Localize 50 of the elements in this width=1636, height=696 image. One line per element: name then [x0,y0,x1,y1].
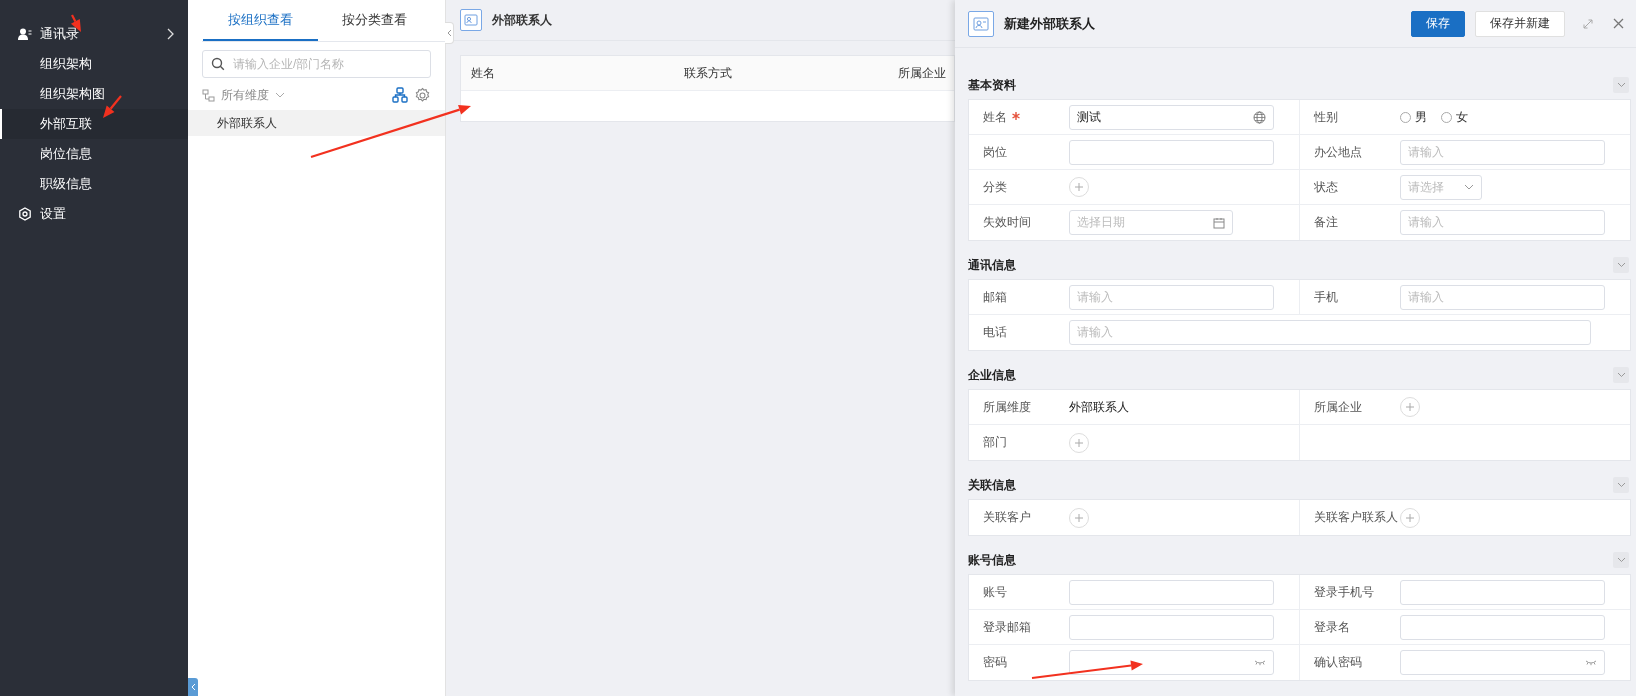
field-label: 登录邮箱 [983,618,1032,636]
field-label: 登录名 [1313,618,1351,636]
sidebar-item[interactable]: 岗位信息 [0,139,188,169]
tree-item[interactable]: 外部联系人 [188,110,445,136]
field-label: 确认密码 [1313,654,1363,671]
section-title: 基本资料 [968,76,1016,94]
sidebar-item[interactable]: 职级信息 [0,169,188,199]
field-label: 状态 [1313,178,1339,196]
section-title: 账号信息 [968,551,1016,569]
field-label: 部门 [983,434,1008,451]
field-label: 关联客户联系人 [1313,509,1399,526]
column-header: 所属企业 [897,64,947,82]
field-label: 登录手机号 [1313,583,1375,601]
field-label: 所属企业 [1313,398,1363,416]
save-and-new-button[interactable]: 保存并新建 [1475,10,1565,37]
sidebar-item[interactable]: 组织架构图 [0,79,188,109]
field-label: 岗位 [983,143,1008,161]
radio-option[interactable]: 女 [1440,108,1468,126]
panel-title: 新建外部联系人 [1004,14,1095,33]
field-label: 关联客户 [983,509,1032,526]
field-label: 性别 [1313,108,1339,126]
sidebar-item[interactable]: 设置 [0,199,188,229]
column-header: 姓名 [470,64,496,82]
field-label: 手机 [1313,288,1339,306]
field-label: 电话 [983,324,1008,341]
dimension-dropdown[interactable]: 所有维度 [221,86,269,104]
input-field[interactable]: 测试 [1069,104,1274,130]
tab[interactable]: 按组织查看 [203,0,318,41]
save-button[interactable]: 保存 [1411,10,1465,37]
field-label: 密码 [983,654,1008,671]
field-label: 分类 [983,178,1008,196]
section-title: 通讯信息 [968,256,1016,274]
section-title: 关联信息 [968,476,1016,494]
section-title: 企业信息 [968,366,1016,384]
field-label: 办公地点 [1313,143,1363,161]
tab[interactable]: 按分类查看 [318,0,431,41]
column-header: 联系方式 [683,64,733,82]
field-value: 外部联系人 [1069,398,1129,416]
field-label: 邮箱 [983,288,1008,306]
sidebar-item[interactable]: 组织架构 [0,49,188,79]
search-placeholder: 请输入企业/部门名称 [233,55,345,73]
field-label: 姓名 [983,108,1069,126]
sidebar-item[interactable]: 通讯录 [0,19,188,49]
field-label: 账号 [983,583,1008,601]
field-label: 所属维度 [983,398,1032,416]
sidebar-item[interactable]: 外部互联 [0,109,188,139]
page-title: 外部联系人 [492,11,552,29]
radio-option[interactable]: 男 [1399,108,1427,126]
field-label: 失效时间 [983,214,1032,231]
field-label: 备注 [1313,214,1339,231]
